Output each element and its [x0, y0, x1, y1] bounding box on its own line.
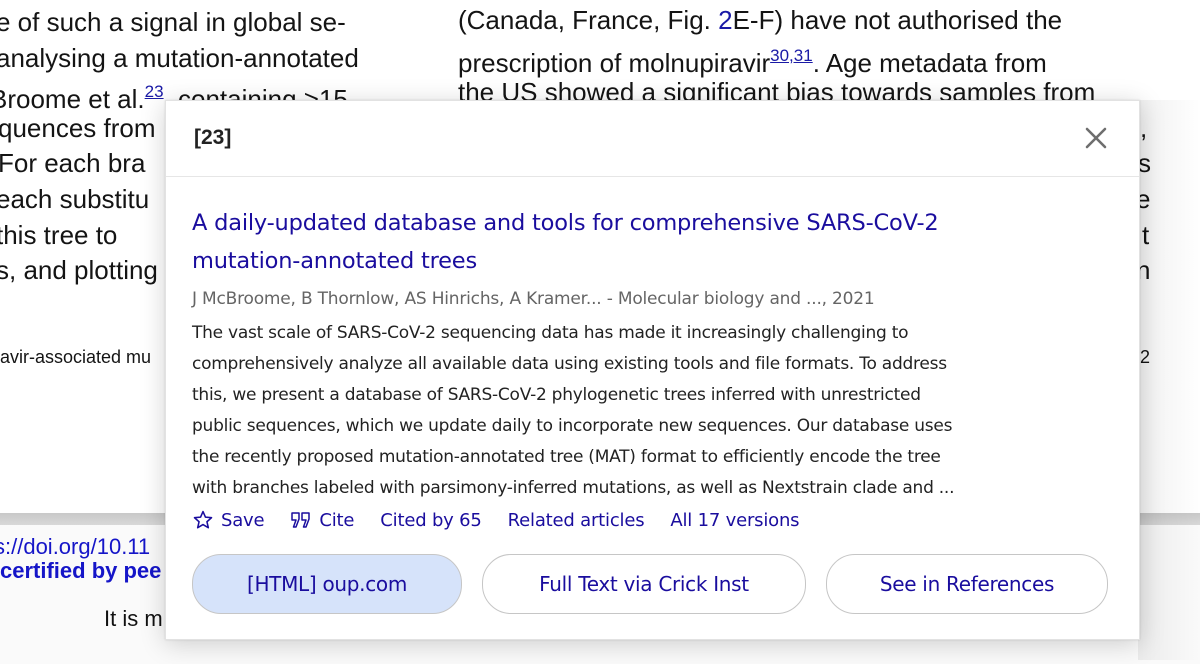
html-oup-button[interactable]: [HTML] oup.com [192, 554, 462, 614]
close-button[interactable] [1081, 123, 1111, 153]
full-text-crick-button[interactable]: Full Text via Crick Inst [482, 554, 806, 614]
result-title-link[interactable]: A daily-updated database and tools for c… [192, 204, 1112, 280]
cite-label: Cite [319, 509, 355, 531]
result-authors: J McBroome, B Thornlow, AS Hinrichs, A K… [192, 289, 875, 309]
popup-header: [23] [166, 101, 1139, 177]
snippet-line: comprehensively analyze all available da… [192, 354, 947, 374]
close-icon [1085, 127, 1107, 149]
paper-text-line: this tree to [0, 220, 118, 250]
paper-text-line: each substitu [0, 184, 150, 214]
doi-link[interactable]: s://doi.org/10.11 [0, 534, 150, 560]
paper-text-line: quences from [0, 113, 156, 143]
paper-text-line: e of such a signal in global se- [0, 7, 346, 37]
quote-icon [290, 510, 312, 530]
paper-text-line: (Canada, France, Fig. 2E-F) have not aut… [458, 2, 1062, 38]
certified-notice: certified by pee [0, 558, 162, 583]
result-actions: Save Cite Cited by 65 Related articles A… [192, 509, 1112, 531]
result-title-line: mutation-annotated trees [192, 248, 477, 274]
paper-text-line: For each bra [0, 148, 146, 178]
paper-text-fragment: t [1142, 220, 1150, 250]
save-label: Save [221, 509, 265, 531]
figure-link[interactable]: 2 [718, 5, 732, 35]
cited-by-link[interactable]: Cited by 65 [380, 510, 482, 531]
paper-text-line: s, and plotting [0, 255, 158, 285]
snippet-line: with branches labeled with parsimony-inf… [192, 478, 955, 498]
snippet-line: The vast scale of SARS-CoV-2 sequencing … [192, 323, 909, 343]
paper-text-line: It is m [104, 606, 163, 631]
result-title-line: A daily-updated database and tools for c… [192, 210, 939, 236]
paper-text: (Canada, France, Fig. [458, 5, 719, 35]
result-snippet: The vast scale of SARS-CoV-2 sequencing … [192, 318, 1112, 504]
star-icon [192, 509, 214, 531]
figure-caption-fragment: 2 [1140, 347, 1151, 367]
snippet-line: public sequences, which we update daily … [192, 416, 953, 436]
paper-text: E-F) have not authorised the [732, 5, 1063, 35]
see-in-references-button[interactable]: See in References [826, 554, 1108, 614]
search-result: A daily-updated database and tools for c… [192, 204, 1112, 531]
citation-link-30-31[interactable]: 30,31 [770, 46, 813, 65]
cite-button[interactable]: Cite [290, 510, 354, 531]
figure-caption: avir-associated mu [0, 347, 152, 367]
all-versions-link[interactable]: All 17 versions [670, 510, 799, 531]
citation-link-23[interactable]: 23 [145, 82, 164, 101]
access-buttons: [HTML] oup.com Full Text via Crick Inst … [192, 554, 1128, 614]
reference-number: [23] [194, 126, 232, 149]
related-articles-link[interactable]: Related articles [508, 510, 645, 531]
citation-popup: [23] A daily-updated database and tools … [165, 100, 1140, 640]
save-button[interactable]: Save [192, 509, 265, 531]
paper-text-line: analysing a mutation-annotated [0, 43, 359, 73]
paper-text-fragment: , [1140, 113, 1148, 143]
snippet-line: the recently proposed mutation-annotated… [192, 447, 941, 467]
snippet-line: this, we present a database of SARS-CoV-… [192, 385, 921, 405]
